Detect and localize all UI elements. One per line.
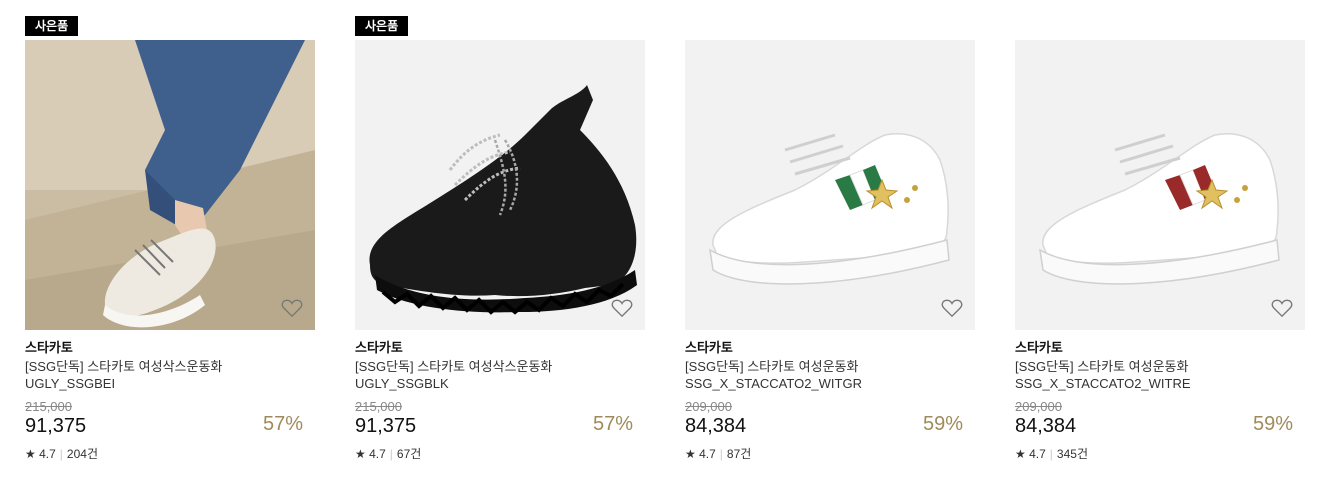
discount-rate: 57% [592,413,633,435]
divider: | [389,447,393,461]
review-count[interactable]: 345건 [1057,447,1088,461]
rating-row: ★ 4.7 | 345건 [1015,447,1305,461]
rating-value: 4.7 [369,447,386,461]
product-code[interactable]: UGLY_SSGBLK [355,375,645,392]
product-card[interactable]: 사은품 스타카토 [SSG단독] 스타카토 여성삭스운동화 UGLY_SSGBL… [355,16,645,461]
product-card[interactable]: 스타카토 [SSG단독] 스타카토 여성운동화 SSG_X_STACCATO2_… [1015,16,1305,461]
product-image[interactable] [1015,40,1305,330]
product-code[interactable]: UGLY_SSGBEI [25,375,315,392]
brand-name[interactable]: 스타카토 [1015,340,1305,356]
rating-value: 4.7 [1029,447,1046,461]
star-icon: ★ [1015,447,1026,461]
brand-name[interactable]: 스타카토 [355,340,645,356]
wishlist-heart-icon[interactable] [611,298,633,318]
product-image[interactable] [685,40,975,330]
divider: | [59,447,63,461]
wishlist-heart-icon[interactable] [941,298,963,318]
brand-name[interactable]: 스타카토 [25,340,315,356]
wishlist-heart-icon[interactable] [281,298,303,318]
divider: | [719,447,723,461]
rating-value: 4.7 [699,447,716,461]
sale-price: 91,375 [25,415,87,437]
gift-badge: 사은품 [355,16,409,36]
product-photo [685,40,975,330]
discount-rate: 57% [262,413,303,435]
review-count[interactable]: 67건 [397,447,421,461]
sale-price: 84,384 [685,415,747,437]
rating-value: 4.7 [39,447,56,461]
rating-row: ★ 4.7 | 204건 [25,447,315,461]
rating-row: ★ 4.7 | 87건 [685,447,975,461]
divider: | [1049,447,1053,461]
star-icon: ★ [685,447,696,461]
product-name[interactable]: [SSG단독] 스타카토 여성운동화 [685,358,975,375]
product-name[interactable]: [SSG단독] 스타카토 여성운동화 [1015,358,1305,375]
product-code[interactable]: SSG_X_STACCATO2_WITGR [685,375,975,392]
product-card[interactable]: 사은품 스타카토 [SSG단독] 스타카토 여성삭스운동화 UGLY_SSGBE… [25,16,315,461]
star-icon: ★ [25,447,36,461]
star-icon: ★ [355,447,366,461]
discount-rate: 59% [922,413,963,435]
product-photo [355,40,645,330]
product-photo [1015,40,1305,330]
discount-rate: 59% [1252,413,1293,435]
wishlist-heart-icon[interactable] [1271,298,1293,318]
review-count[interactable]: 87건 [727,447,751,461]
product-image[interactable] [355,40,645,330]
product-name[interactable]: [SSG단독] 스타카토 여성삭스운동화 [355,358,645,375]
product-photo [25,40,315,330]
product-image[interactable] [25,40,315,330]
sale-price: 91,375 [355,415,417,437]
rating-row: ★ 4.7 | 67건 [355,447,645,461]
product-name[interactable]: [SSG단독] 스타카토 여성삭스운동화 [25,358,315,375]
product-code[interactable]: SSG_X_STACCATO2_WITRE [1015,375,1305,392]
review-count[interactable]: 204건 [67,447,98,461]
product-card[interactable]: 스타카토 [SSG단독] 스타카토 여성운동화 SSG_X_STACCATO2_… [685,16,975,461]
sale-price: 84,384 [1015,415,1077,437]
gift-badge: 사은품 [25,16,79,36]
brand-name[interactable]: 스타카토 [685,340,975,356]
